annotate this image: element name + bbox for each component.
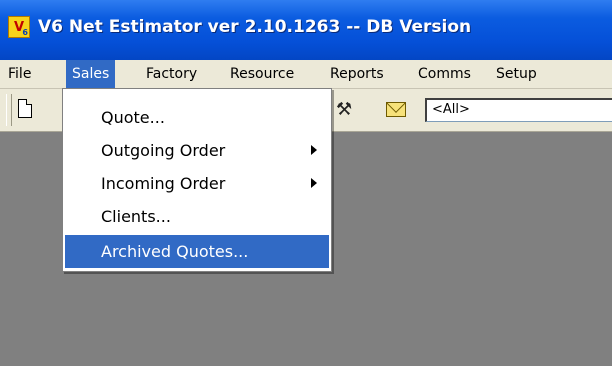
app-window: V 6 V6 Net Estimator ver 2.10.1263 -- DB… [0, 0, 612, 366]
submenu-arrow-icon [311, 178, 317, 188]
window-title: V6 Net Estimator ver 2.10.1263 -- DB Ver… [38, 17, 472, 37]
mail-icon [386, 102, 406, 117]
menu-item-label: Outgoing Order [101, 141, 226, 160]
new-document-icon [18, 99, 32, 118]
filter-combo-value: <All> [432, 102, 470, 117]
toolbar-grip[interactable] [6, 94, 12, 126]
menu-file[interactable]: File [2, 60, 37, 88]
app-logo-icon[interactable]: V 6 [8, 16, 30, 38]
menu-setup[interactable]: Setup [490, 60, 543, 88]
menu-item-label: Quote... [101, 108, 165, 127]
tool-button[interactable]: ⚒ [334, 98, 358, 122]
menu-item-label: Archived Quotes... [101, 242, 249, 261]
app-logo-digit: 6 [22, 28, 28, 37]
mail-button[interactable] [384, 98, 408, 122]
menu-factory[interactable]: Factory [140, 60, 203, 88]
menu-reports[interactable]: Reports [324, 60, 390, 88]
menu-item-incoming-order[interactable]: Incoming Order [65, 167, 329, 200]
menu-item-clients[interactable]: Clients... [65, 200, 329, 233]
menu-resource[interactable]: Resource [224, 60, 300, 88]
menu-comms[interactable]: Comms [412, 60, 477, 88]
menu-item-label: Incoming Order [101, 174, 226, 193]
menu-item-outgoing-order[interactable]: Outgoing Order [65, 134, 329, 167]
sales-dropdown-menu: Quote... Outgoing Order Incoming Order C… [62, 88, 332, 272]
tool-icon: ⚒ [336, 99, 353, 120]
title-bar[interactable]: V 6 V6 Net Estimator ver 2.10.1263 -- DB… [0, 0, 612, 60]
menu-item-label: Clients... [101, 207, 171, 226]
filter-combo[interactable]: <All> [425, 98, 612, 122]
submenu-arrow-icon [311, 145, 317, 155]
menu-sales[interactable]: Sales [66, 60, 116, 88]
menu-item-quote[interactable]: Quote... [65, 101, 329, 134]
menu-item-archived-quotes[interactable]: Archived Quotes... [65, 235, 329, 268]
menu-bar: File Sales Factory Resource Reports Comm… [0, 60, 612, 89]
new-document-button[interactable] [15, 98, 39, 122]
